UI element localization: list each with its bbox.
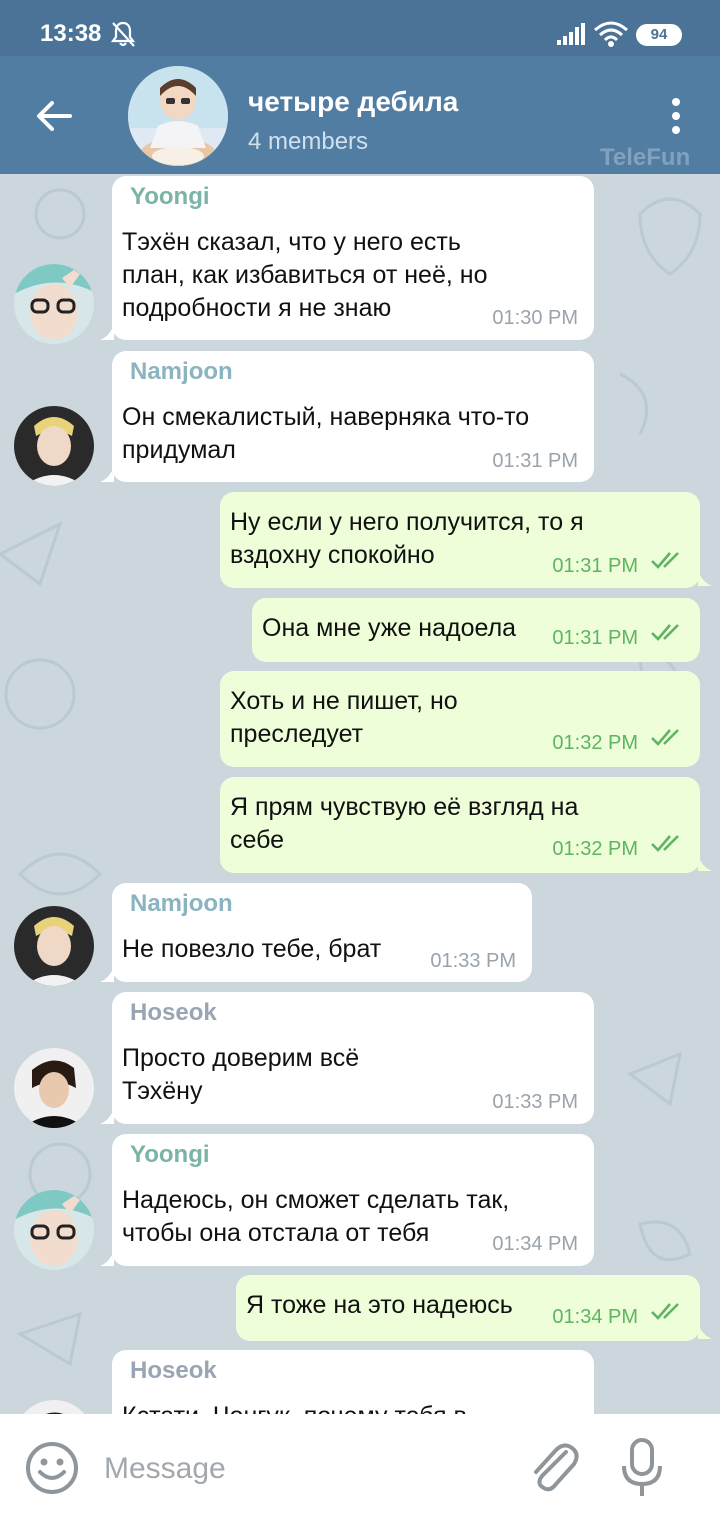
message-input[interactable]: Message bbox=[104, 1452, 226, 1486]
signal-icon bbox=[557, 23, 585, 45]
bubble-tail bbox=[698, 1323, 712, 1339]
microphone-icon[interactable] bbox=[618, 1438, 666, 1500]
avatar[interactable] bbox=[14, 1048, 94, 1128]
message-bubble[interactable]: Я тоже на это надеюсь 01:34 PM bbox=[236, 1275, 700, 1341]
message-bubble[interactable]: Я прям чувствую её взгляд на себе 01:32 … bbox=[220, 777, 700, 873]
member-count[interactable]: 4 members bbox=[248, 128, 368, 156]
bubble-tail bbox=[698, 855, 712, 871]
message-text: Кстати, Чонгук, почему тебя в bbox=[122, 1400, 584, 1414]
avatar[interactable] bbox=[14, 264, 94, 344]
double-check-icon bbox=[651, 552, 679, 569]
emoji-icon[interactable] bbox=[24, 1440, 80, 1496]
status-bar: 13:38 94 bbox=[0, 0, 720, 56]
message-bubble[interactable]: Hoseok Просто доверим всё Тэхёну 01:33 P… bbox=[112, 992, 594, 1124]
message-time: 01:34 PM bbox=[552, 1306, 638, 1328]
double-check-icon bbox=[651, 1303, 679, 1320]
bubble-tail bbox=[698, 570, 712, 586]
avatar[interactable] bbox=[14, 906, 94, 986]
message-bubble[interactable]: Хоть и не пишет, но преследует 01:32 PM bbox=[220, 671, 700, 767]
double-check-icon bbox=[651, 624, 679, 641]
message-bubble[interactable]: Namjoon Он смекалистый, наверняка что-то… bbox=[112, 351, 594, 482]
message-time: 01:32 PM bbox=[552, 838, 638, 860]
sender-name: Namjoon bbox=[130, 358, 233, 385]
message-list[interactable]: Yoongi Тэхён сказал, что у него есть пла… bbox=[0, 174, 720, 1414]
message-time: 01:31 PM bbox=[552, 555, 638, 577]
watermark: TeleFun bbox=[600, 144, 691, 171]
wifi-icon bbox=[594, 21, 628, 47]
double-check-icon bbox=[651, 835, 679, 852]
message-time: 01:31 PM bbox=[552, 627, 638, 649]
message-bubble[interactable]: Hoseok Кстати, Чонгук, почему тебя в bbox=[112, 1350, 594, 1414]
message-time: 01:31 PM bbox=[492, 450, 578, 472]
message-time: 01:34 PM bbox=[492, 1233, 578, 1255]
sender-name: Yoongi bbox=[130, 183, 210, 210]
status-time: 13:38 bbox=[40, 20, 102, 47]
message-time: 01:32 PM bbox=[552, 732, 638, 754]
double-check-icon bbox=[651, 729, 679, 746]
avatar[interactable] bbox=[14, 1190, 94, 1270]
message-bubble[interactable]: Yoongi Надеюсь, он сможет сделать так, ч… bbox=[112, 1134, 594, 1266]
message-bubble[interactable]: Yoongi Тэхён сказал, что у него есть пла… bbox=[112, 176, 594, 340]
message-time: 01:30 PM bbox=[492, 307, 578, 329]
chat-title[interactable]: четыре дебила bbox=[248, 86, 458, 118]
more-vert-icon[interactable] bbox=[664, 96, 688, 136]
message-input-bar: Message bbox=[0, 1414, 720, 1520]
sender-name: Yoongi bbox=[130, 1141, 210, 1168]
chat-header: четыре дебила 4 members TeleFun bbox=[0, 56, 720, 174]
bell-off-icon bbox=[110, 21, 136, 47]
message-bubble[interactable]: Ну если у него получится, то я вздохну с… bbox=[220, 492, 700, 588]
group-avatar[interactable] bbox=[128, 66, 228, 166]
sender-name: Hoseok bbox=[130, 1357, 217, 1384]
message-time: 01:33 PM bbox=[430, 950, 516, 972]
sender-name: Hoseok bbox=[130, 999, 217, 1026]
message-bubble[interactable]: Она мне уже надоела 01:31 PM bbox=[252, 598, 700, 662]
battery-icon: 94 bbox=[636, 24, 682, 46]
back-arrow-icon[interactable] bbox=[34, 96, 74, 136]
message-bubble[interactable]: Namjoon Не повезло тебе, брат 01:33 PM bbox=[112, 883, 532, 982]
paperclip-icon[interactable] bbox=[526, 1438, 580, 1498]
message-time: 01:33 PM bbox=[492, 1091, 578, 1113]
sender-name: Namjoon bbox=[130, 890, 233, 917]
avatar[interactable] bbox=[14, 406, 94, 486]
